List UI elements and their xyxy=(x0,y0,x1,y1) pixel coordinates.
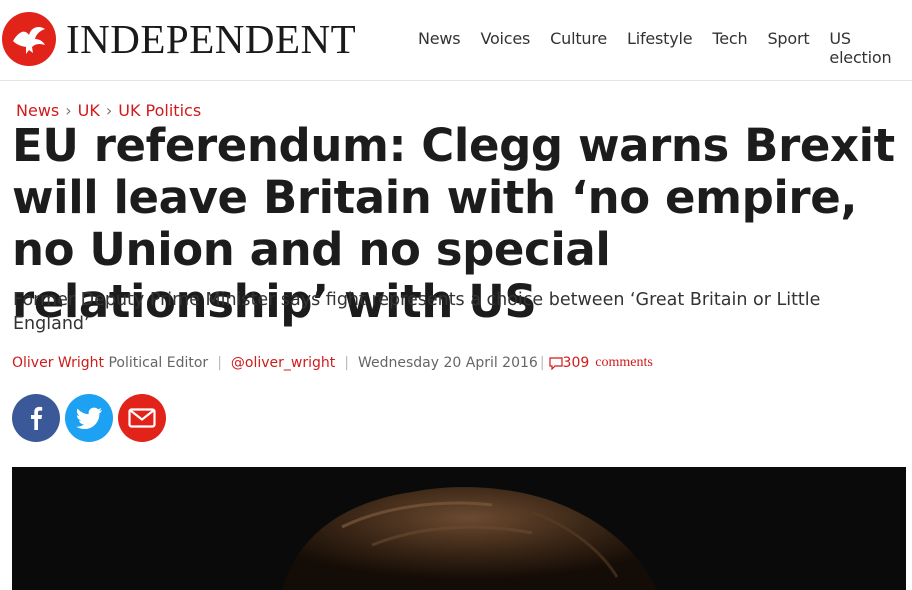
author-role: Political Editor xyxy=(108,355,209,371)
author-name[interactable]: Oliver Wright xyxy=(12,355,104,371)
comment-icon xyxy=(548,356,563,370)
hero-image xyxy=(12,467,906,590)
share-buttons xyxy=(12,394,171,442)
comment-count: 309 xyxy=(562,355,590,371)
article-byline: Oliver Wright Political Editor | @oliver… xyxy=(12,355,653,371)
comments-link[interactable]: 309 comments xyxy=(548,355,653,371)
site-header: INDEPENDENT News Voices Culture Lifestyl… xyxy=(0,0,912,81)
breadcrumb-uk[interactable]: UK xyxy=(78,101,100,120)
byline-divider: | xyxy=(217,355,222,371)
main-nav: News Voices Culture Lifestyle Tech Sport… xyxy=(418,29,912,67)
breadcrumb-news[interactable]: News xyxy=(16,101,59,120)
eagle-logo-icon xyxy=(2,12,56,66)
twitter-share-button[interactable] xyxy=(65,394,113,442)
byline-divider: | xyxy=(539,355,545,371)
comments-label: comments xyxy=(595,355,653,370)
email-icon xyxy=(128,408,156,428)
brand-wordmark: INDEPENDENT xyxy=(66,15,357,62)
nav-item-lifestyle[interactable]: Lifestyle xyxy=(627,29,693,67)
logo[interactable]: INDEPENDENT xyxy=(2,12,356,66)
nav-item-us-election[interactable]: US election xyxy=(829,29,892,67)
breadcrumb: News › UK › UK Politics xyxy=(16,101,201,120)
breadcrumb-separator: › xyxy=(105,101,113,120)
article-standfirst: Former Deputy Prime Minister says fight … xyxy=(13,290,821,334)
facebook-share-button[interactable] xyxy=(12,394,60,442)
nav-item-culture[interactable]: Culture xyxy=(550,29,607,67)
byline-divider: | xyxy=(344,355,349,371)
facebook-icon xyxy=(31,406,43,430)
nav-item-news[interactable]: News xyxy=(418,29,461,67)
email-share-button[interactable] xyxy=(118,394,166,442)
nav-item-sport[interactable]: Sport xyxy=(767,29,809,67)
twitter-icon xyxy=(76,407,102,429)
breadcrumb-separator: › xyxy=(65,101,72,120)
author-twitter-handle[interactable]: @oliver_wright xyxy=(231,355,335,371)
breadcrumb-uk-politics[interactable]: UK Politics xyxy=(118,101,201,120)
publish-date: Wednesday 20 April 2016 xyxy=(357,355,538,371)
nav-item-tech[interactable]: Tech xyxy=(712,29,747,67)
nav-item-voices[interactable]: Voices xyxy=(480,29,530,67)
